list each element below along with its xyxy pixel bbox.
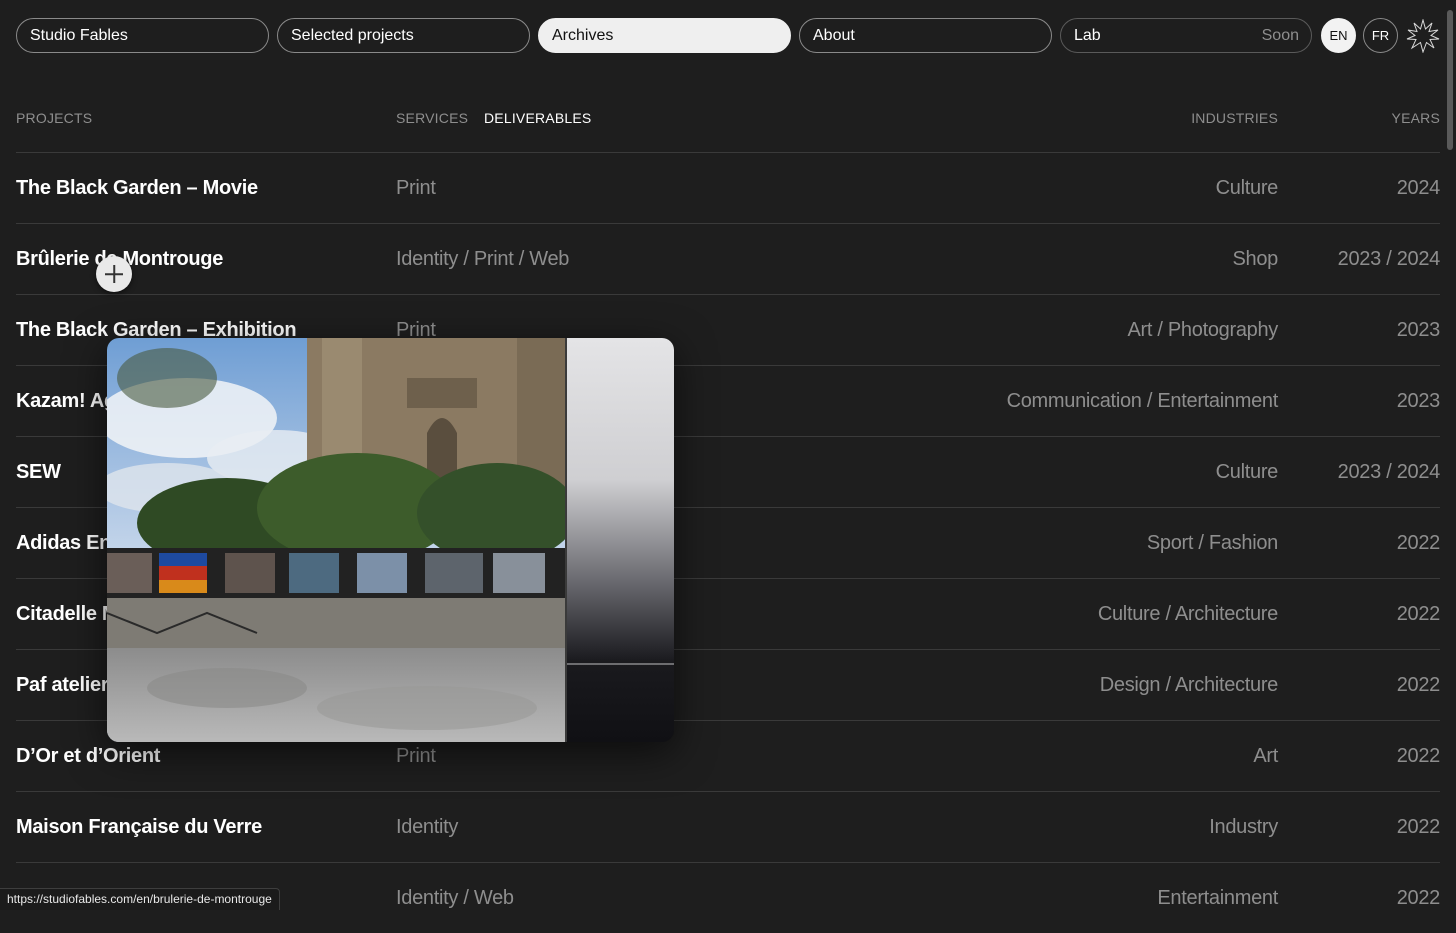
project-year: 2023 <box>1397 319 1440 342</box>
project-industry: Art / Photography <box>1127 319 1278 342</box>
lang-fr-button[interactable]: FR <box>1363 18 1398 53</box>
project-name: Adidas En <box>16 532 111 555</box>
nav-lab-soon-badge: Soon <box>1262 19 1299 52</box>
project-industry: Culture <box>1216 461 1278 484</box>
project-year: 2022 <box>1397 887 1440 910</box>
project-name: Citadelle M <box>16 603 118 626</box>
project-year: 2022 <box>1397 532 1440 555</box>
header-industries[interactable]: INDUSTRIES <box>1191 110 1278 126</box>
add-plus-cursor-icon[interactable] <box>96 256 132 292</box>
project-service: Identity / Print / Web <box>396 248 569 271</box>
project-industry: Culture / Architecture <box>1098 603 1278 626</box>
project-industry: Entertainment <box>1157 887 1278 910</box>
table-header: PROJECTS SERVICES DELIVERABLES INDUSTRIE… <box>16 110 1440 130</box>
project-name: Maison Française du Verre <box>16 816 262 839</box>
header-deliverables[interactable]: DELIVERABLES <box>484 110 591 126</box>
lang-en-button[interactable]: EN <box>1321 18 1356 53</box>
project-year: 2022 <box>1397 603 1440 626</box>
top-navigation: Studio Fables Selected projects Archives… <box>16 18 1442 53</box>
table-row[interactable]: The Black Garden – Movie Print Culture 2… <box>16 152 1440 223</box>
project-year: 2022 <box>1397 674 1440 697</box>
project-industry: Design / Architecture <box>1100 674 1278 697</box>
page-scrollbar[interactable] <box>1447 10 1453 150</box>
project-name: Kazam! Ag <box>16 390 116 413</box>
project-year: 2022 <box>1397 816 1440 839</box>
nav-about[interactable]: About <box>799 18 1052 53</box>
project-industry: Industry <box>1209 816 1278 839</box>
nav-selected-projects[interactable]: Selected projects <box>277 18 530 53</box>
project-service: Identity / Web <box>396 887 514 910</box>
table-row[interactable]: Brûlerie de Montrouge Identity / Print /… <box>16 223 1440 294</box>
project-industry: Shop <box>1232 248 1278 271</box>
preview-photo-street-church <box>107 338 674 742</box>
starburst-logo-icon[interactable] <box>1406 19 1440 53</box>
header-projects[interactable]: PROJECTS <box>16 110 92 126</box>
project-year: 2024 <box>1397 177 1440 200</box>
project-year: 2022 <box>1397 745 1440 768</box>
header-services[interactable]: SERVICES <box>396 110 468 126</box>
table-row[interactable]: Maison Française du Verre Identity Indus… <box>16 791 1440 862</box>
project-name: D’Or et d’Orient <box>16 745 160 768</box>
project-name: SEW <box>16 461 61 484</box>
project-industry: Communication / Entertainment <box>1007 390 1278 413</box>
status-bar-url: https://studiofables.com/en/brulerie-de-… <box>0 888 280 910</box>
project-service: Print <box>396 177 436 200</box>
project-industry: Art <box>1253 745 1278 768</box>
project-industry: Culture <box>1216 177 1278 200</box>
project-name: Paf atelier <box>16 674 108 697</box>
nav-lab-label: Lab <box>1074 27 1101 44</box>
project-name: The Black Garden – Movie <box>16 177 258 200</box>
project-service: Print <box>396 745 436 768</box>
project-year: 2023 / 2024 <box>1338 248 1440 271</box>
project-year: 2023 / 2024 <box>1338 461 1440 484</box>
nav-archives[interactable]: Archives <box>538 18 791 53</box>
nav-lab[interactable]: Lab Soon <box>1060 18 1312 53</box>
header-years[interactable]: YEARS <box>1392 110 1440 126</box>
nav-studio-fables[interactable]: Studio Fables <box>16 18 269 53</box>
project-year: 2023 <box>1397 390 1440 413</box>
project-preview-image <box>107 338 674 742</box>
project-service: Identity <box>396 816 458 839</box>
project-industry: Sport / Fashion <box>1147 532 1278 555</box>
